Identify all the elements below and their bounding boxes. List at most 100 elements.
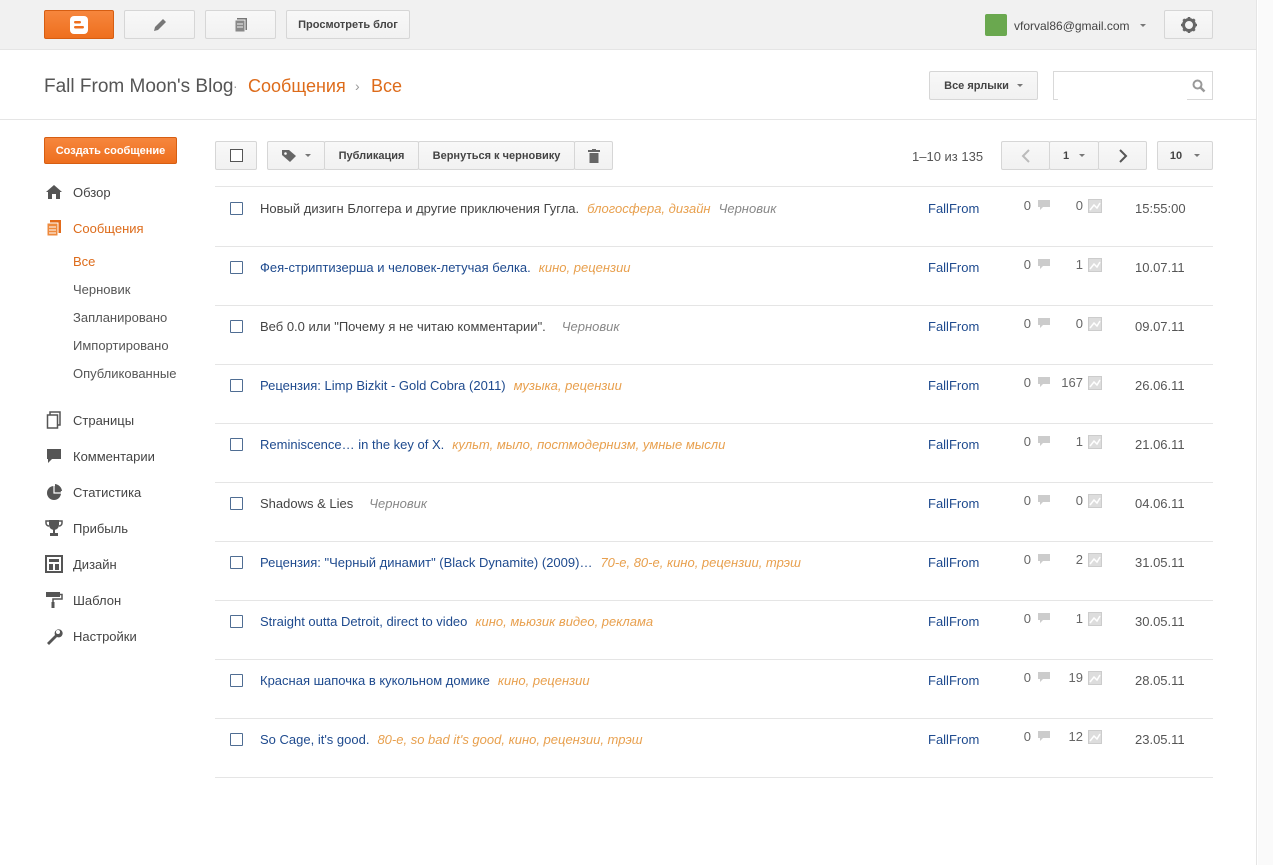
post-author[interactable]: FallFrom	[928, 673, 979, 688]
table-row[interactable]: Фея-стриптизерша и человек-летучая белка…	[215, 246, 1213, 306]
posts-list-button[interactable]	[205, 10, 276, 39]
sidebar-item-earnings[interactable]: Прибыль	[44, 518, 128, 538]
post-labels[interactable]: 70-е, 80-е, кино, рецензии, трэш	[600, 555, 800, 570]
sidebar-item-pages[interactable]: Страницы	[44, 410, 134, 430]
sidebar-sub-all[interactable]: Все	[73, 254, 95, 269]
post-title-text[interactable]: Reminiscence… in the key of X.	[260, 437, 444, 452]
table-row[interactable]: Веб 0.0 или "Почему я не читаю комментар…	[215, 305, 1213, 365]
table-row[interactable]: Reminiscence… in the key of X. культ, мыл…	[215, 423, 1213, 483]
sidebar-sub-imported[interactable]: Импортировано	[73, 338, 169, 353]
post-title[interactable]: Красная шапочка в кукольном домике кино, …	[260, 673, 598, 688]
table-row[interactable]: Рецензия: "Черный динамит" (Black Dynami…	[215, 541, 1213, 601]
post-labels[interactable]: блогосфера, дизайн	[587, 201, 710, 216]
row-checkbox[interactable]	[230, 674, 243, 687]
blogger-logo-button[interactable]	[44, 10, 114, 39]
table-row[interactable]: Shadows & Lies Черновик FallFrom 0 0 04.06.11	[215, 482, 1213, 542]
sidebar-sub-drafts[interactable]: Черновик	[73, 282, 130, 297]
post-labels[interactable]: музыка, рецензии	[514, 378, 622, 393]
post-author[interactable]: FallFrom	[928, 496, 979, 511]
post-title[interactable]: Рецензия: "Черный динамит" (Black Dynami…	[260, 555, 809, 570]
create-post-button[interactable]: Создать сообщение	[44, 137, 177, 164]
sidebar-item-layout[interactable]: Дизайн	[44, 554, 117, 574]
prev-page-button[interactable]	[1001, 141, 1050, 170]
post-author[interactable]: FallFrom	[928, 378, 979, 393]
post-title[interactable]: Straight outta Detroit, direct to video к…	[260, 614, 661, 629]
comment-count: 0	[1023, 729, 1031, 744]
post-labels[interactable]: 80-е, so bad it's good, кино, рецензии, …	[377, 732, 642, 747]
user-email[interactable]: vforval86@gmail.com	[1014, 19, 1130, 33]
view-blog-button[interactable]: Просмотреть блог	[286, 10, 410, 39]
breadcrumb-posts[interactable]: Сообщения	[248, 76, 346, 97]
row-checkbox[interactable]	[230, 379, 243, 392]
post-title[interactable]: Веб 0.0 или "Почему я не читаю комментар…	[260, 319, 620, 334]
delete-button[interactable]	[574, 141, 613, 170]
row-checkbox[interactable]	[230, 497, 243, 510]
account-dropdown-caret-icon[interactable]	[1140, 24, 1146, 27]
row-checkbox[interactable]	[230, 202, 243, 215]
post-author[interactable]: FallFrom	[928, 437, 979, 452]
post-title[interactable]: Новый дизигн Блоггера и другие приключен…	[260, 201, 776, 216]
revert-to-draft-button[interactable]: Вернуться к черновику	[418, 141, 575, 170]
post-title[interactable]: Reminiscence… in the key of X. культ, мыл…	[260, 437, 733, 452]
post-author[interactable]: FallFrom	[928, 555, 979, 570]
per-page-select[interactable]: 10	[1157, 141, 1213, 170]
post-title-text[interactable]: Новый дизигн Блоггера и другие приключен…	[260, 201, 579, 216]
table-row[interactable]: Рецензия: Limp Bizkit - Gold Cobra (2011…	[215, 364, 1213, 424]
post-title-text[interactable]: Фея-стриптизерша и человек-летучая белка…	[260, 260, 531, 275]
next-page-button[interactable]	[1098, 141, 1147, 170]
search-box[interactable]	[1053, 71, 1213, 100]
post-author[interactable]: FallFrom	[928, 319, 979, 334]
blog-title[interactable]: Fall From Moon's Blog	[44, 76, 233, 98]
table-row[interactable]: So Cage, it's good. 80-е, so bad it's goo…	[215, 718, 1213, 778]
post-title-text[interactable]: Shadows & Lies	[260, 496, 353, 511]
row-checkbox[interactable]	[230, 733, 243, 746]
post-title-text[interactable]: Красная шапочка в кукольном домике	[260, 673, 490, 688]
sidebar-item-overview[interactable]: Обзор	[44, 182, 111, 202]
settings-button[interactable]	[1164, 10, 1213, 39]
search-input[interactable]	[1058, 73, 1187, 100]
post-labels[interactable]: кино, мьюзик видео, реклама	[475, 614, 653, 629]
sidebar-item-stats[interactable]: Статистика	[44, 482, 141, 502]
labels-button[interactable]	[267, 141, 325, 170]
row-checkbox[interactable]	[230, 320, 243, 333]
table-row[interactable]: Straight outta Detroit, direct to video к…	[215, 600, 1213, 660]
labels-dropdown[interactable]: Все ярлыки	[929, 71, 1038, 100]
post-title-text[interactable]: So Cage, it's good.	[260, 732, 369, 747]
post-labels[interactable]: кино, рецензии	[539, 260, 631, 275]
table-row[interactable]: Новый дизигн Блоггера и другие приключен…	[215, 187, 1213, 247]
post-title[interactable]: Фея-стриптизерша и человек-летучая белка…	[260, 260, 639, 275]
search-icon[interactable]	[1192, 79, 1206, 93]
post-title-text[interactable]: Рецензия: Limp Bizkit - Gold Cobra (2011…	[260, 378, 506, 393]
post-author[interactable]: FallFrom	[928, 732, 979, 747]
sidebar-item-template[interactable]: Шаблон	[44, 590, 121, 610]
post-title[interactable]: Рецензия: Limp Bizkit - Gold Cobra (2011…	[260, 378, 630, 393]
post-author[interactable]: FallFrom	[928, 260, 979, 275]
row-checkbox[interactable]	[230, 261, 243, 274]
sidebar-item-posts[interactable]: Сообщения	[44, 218, 144, 238]
scrollbar[interactable]	[1256, 0, 1274, 865]
row-checkbox[interactable]	[230, 556, 243, 569]
user-avatar[interactable]	[985, 14, 1007, 36]
publish-button[interactable]: Публикация	[324, 141, 419, 170]
row-checkbox[interactable]	[230, 615, 243, 628]
post-author[interactable]: FallFrom	[928, 201, 979, 216]
post-labels[interactable]: кино, рецензии	[498, 673, 590, 688]
select-all-checkbox-button[interactable]	[215, 141, 257, 170]
sidebar-item-settings[interactable]: Настройки	[44, 626, 137, 646]
scrollbar-track[interactable]	[1258, 0, 1273, 865]
sidebar-sub-scheduled[interactable]: Запланировано	[73, 310, 167, 325]
pages-icon	[44, 410, 64, 430]
page-select[interactable]: 1	[1049, 141, 1099, 170]
post-labels[interactable]: культ, мыло, постмодернизм, умные мысли	[452, 437, 725, 452]
post-title[interactable]: So Cage, it's good. 80-е, so bad it's goo…	[260, 732, 651, 747]
sidebar-item-comments[interactable]: Комментарии	[44, 446, 155, 466]
post-title-text[interactable]: Рецензия: "Черный динамит" (Black Dynami…	[260, 555, 592, 570]
table-row[interactable]: Красная шапочка в кукольном домике кино, …	[215, 659, 1213, 719]
post-title-text[interactable]: Straight outta Detroit, direct to video	[260, 614, 467, 629]
post-author[interactable]: FallFrom	[928, 614, 979, 629]
post-title[interactable]: Shadows & Lies Черновик	[260, 496, 427, 511]
new-post-pencil-button[interactable]	[124, 10, 195, 39]
row-checkbox[interactable]	[230, 438, 243, 451]
post-title-text[interactable]: Веб 0.0 или "Почему я не читаю комментар…	[260, 319, 546, 334]
sidebar-sub-published[interactable]: Опубликованные	[73, 366, 177, 381]
